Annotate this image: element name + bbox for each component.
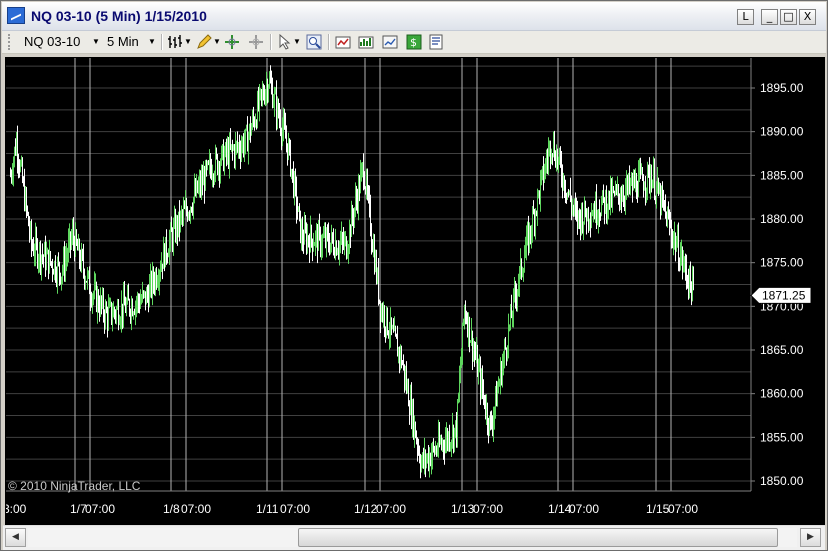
price-tick-label: 1855.00 xyxy=(760,430,804,444)
svg-text:$: $ xyxy=(410,36,417,49)
scroll-thumb[interactable] xyxy=(298,528,778,547)
indicators-icon[interactable] xyxy=(358,34,374,50)
minimize-button[interactable]: _ xyxy=(761,9,778,25)
chart-app-icon xyxy=(7,7,25,24)
interval-selector[interactable]: 5 Min xyxy=(107,34,139,49)
time-tick-label: 07:00 xyxy=(181,502,211,516)
horizontal-scrollbar[interactable]: ◀ ▶ xyxy=(3,525,825,550)
instrument-selector[interactable]: NQ 03-10 xyxy=(24,34,80,49)
time-tick-label: 07:00 xyxy=(85,502,115,516)
pointer-icon[interactable] xyxy=(277,34,293,50)
time-tick-label: 3:00 xyxy=(6,502,27,516)
maximize-button[interactable]: □ xyxy=(780,9,797,25)
link-button[interactable]: L xyxy=(737,9,754,25)
toolbar-separator xyxy=(270,34,272,50)
last-price-label: 1871.25 xyxy=(762,288,806,302)
chart-window: NQ 03-10 (5 Min) 1/15/2010 L _ □ X NQ 03… xyxy=(0,0,828,551)
chevron-down-icon[interactable]: ▼ xyxy=(293,37,301,46)
close-button[interactable]: X xyxy=(799,9,816,25)
scroll-right-button[interactable]: ▶ xyxy=(800,528,821,547)
title-bar[interactable]: NQ 03-10 (5 Min) 1/15/2010 L _ □ X xyxy=(2,2,826,31)
time-tick-label: 07:00 xyxy=(376,502,406,516)
price-tick-label: 1860.00 xyxy=(760,387,804,401)
chart-toolbar: NQ 03-10 ▼ 5 Min ▼ ▼ ▼ ▼ $ xyxy=(2,31,826,54)
time-tick-label: 07:00 xyxy=(473,502,503,516)
time-tick-label: 1/8 xyxy=(163,502,180,516)
bar-type-icon[interactable] xyxy=(167,34,183,50)
copyright-text: © 2010 NinjaTrader, LLC xyxy=(8,479,141,493)
price-tick-label: 1880.00 xyxy=(760,212,804,226)
global-crosshair-icon[interactable] xyxy=(248,34,264,50)
price-tick-label: 1890.00 xyxy=(760,125,804,139)
chevron-down-icon[interactable]: ▼ xyxy=(92,37,100,46)
price-tick-label: 1875.00 xyxy=(760,256,804,270)
crosshair-icon[interactable] xyxy=(224,34,240,50)
strategies-icon[interactable] xyxy=(382,34,398,50)
price-tick-label: 1895.00 xyxy=(760,81,804,95)
data-series-icon[interactable] xyxy=(335,34,351,50)
time-tick-label: 1/13 xyxy=(451,502,475,516)
scroll-left-button[interactable]: ◀ xyxy=(5,528,26,547)
price-tick-label: 1850.00 xyxy=(760,474,804,488)
toolbar-separator xyxy=(161,34,163,50)
time-tick-label: 07:00 xyxy=(569,502,599,516)
chevron-down-icon[interactable]: ▼ xyxy=(213,37,221,46)
zoom-icon[interactable] xyxy=(306,34,322,50)
chevron-down-icon[interactable]: ▼ xyxy=(148,37,156,46)
price-tick-label: 1865.00 xyxy=(760,343,804,357)
time-tick-label: 1/11 xyxy=(256,502,279,516)
time-tick-label: 07:00 xyxy=(280,502,310,516)
time-tick-label: 1/12 xyxy=(354,502,378,516)
drawing-tool-icon[interactable] xyxy=(196,34,212,50)
price-tick-label: 1885.00 xyxy=(760,168,804,182)
toolbar-separator xyxy=(328,34,330,50)
toolbar-grip[interactable] xyxy=(8,34,13,50)
price-chart[interactable]: 1895.001890.001885.001880.001875.001870.… xyxy=(6,58,824,524)
properties-icon[interactable] xyxy=(428,34,444,50)
chevron-down-icon[interactable]: ▼ xyxy=(184,37,192,46)
chart-panel[interactable]: 1895.00 1890.00 1885.00 1880.00 1875.00 1870.… xyxy=(5,57,825,525)
time-tick-label: 07:00 xyxy=(668,502,698,516)
window-title: NQ 03-10 (5 Min) 1/15/2010 xyxy=(31,8,207,24)
time-tick-label: 1/15 xyxy=(646,502,670,516)
money-icon[interactable]: $ xyxy=(406,34,422,50)
